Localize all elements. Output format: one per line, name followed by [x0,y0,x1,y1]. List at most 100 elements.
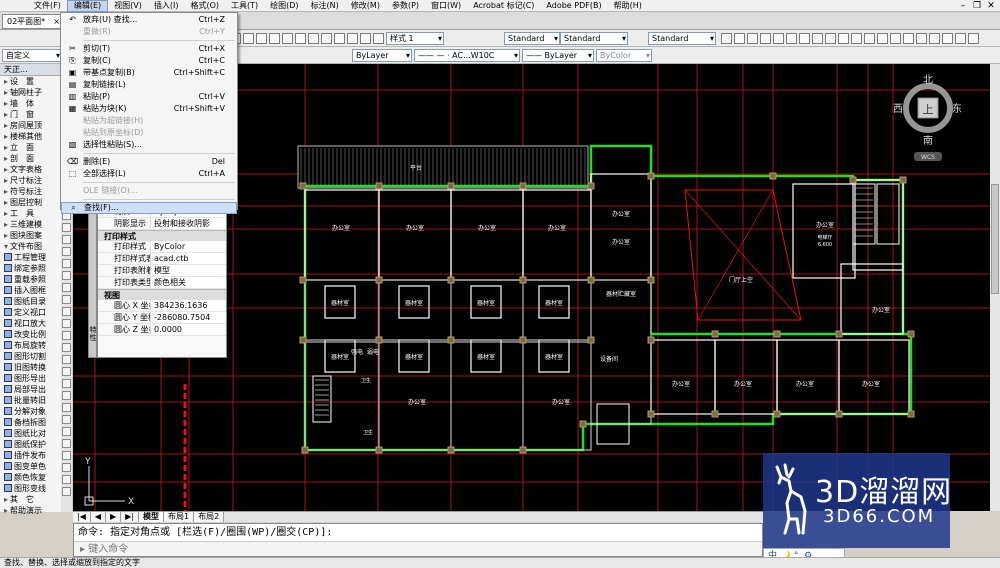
side-tool-icon[interactable] [62,343,71,352]
side-tool-icon[interactable] [62,355,71,364]
linetype-combo[interactable]: —— — · AC...W10C [414,49,520,62]
close-icon[interactable]: ✕ [984,0,998,12]
toolbar-tool-icon[interactable] [916,33,927,44]
side-tool-icon[interactable] [62,439,71,448]
menu-item[interactable]: Adobe PDF(B) [540,0,607,12]
side-tool-icon[interactable] [62,247,71,256]
property-value[interactable]: 投射和接收阴影 [150,218,226,229]
property-value[interactable]: 0.0000 [150,324,226,335]
edit-menu-item[interactable]: ⬚ 全部选择(L) Ctrl+A [61,168,237,180]
layout-nav-button[interactable]: ▶| [121,512,140,522]
toolbar-tool-icon[interactable] [838,33,849,44]
toolbar-tool-icon[interactable] [812,33,823,44]
print-style-section[interactable]: 打印样式 [98,230,226,241]
menu-item[interactable]: 帮助(H) [608,0,648,12]
layer-combo[interactable]: ByLayer [352,49,412,62]
edit-menu-item[interactable]: ✂ 剪切(T) Ctrl+X [61,43,237,55]
restore-icon[interactable]: ❐ [970,0,984,12]
property-value[interactable]: acad.ctb [150,253,226,264]
menu-item[interactable]: 标注(N) [305,0,345,12]
toolbar-tool-icon[interactable] [334,33,345,44]
edit-menu-item[interactable]: ▤ 复制链接(L) [61,79,237,91]
side-tool-icon[interactable] [62,367,71,376]
menu-item[interactable]: 插入(I) [148,0,185,12]
toolbar-tool-icon[interactable] [955,33,966,44]
side-tool-icon[interactable] [62,463,71,472]
drawing-tab-close-icon[interactable]: × [53,15,60,28]
menu-item[interactable]: Acrobat 标记(C) [467,0,540,12]
toolbar-tool-icon[interactable] [851,33,862,44]
menu-item[interactable]: 文件(F) [28,0,67,12]
property-row[interactable]: 圆心 X 坐标384236.1636 [98,300,226,312]
dim-style-combo[interactable]: Standard [560,32,628,45]
toolbar-tool-icon[interactable] [903,33,914,44]
toolbar-tool-icon[interactable] [773,33,784,44]
view-section[interactable]: 视图 [98,289,226,300]
plot-style-combo[interactable]: ByColor [596,49,652,62]
edit-menu-item[interactable]: 粘贴到原坐标(D) [61,127,237,139]
side-tool-icon[interactable] [62,451,71,460]
property-value[interactable]: 模型 [150,265,226,276]
table-style-combo[interactable]: Standard [648,32,716,45]
layout-tab[interactable]: 模型 [139,512,165,522]
menu-item[interactable]: 参数(P) [386,0,425,12]
property-row[interactable]: 阴影显示 投射和接收阴影 [98,218,226,230]
side-tool-icon[interactable] [62,475,71,484]
menu-item[interactable]: 修改(M) [345,0,386,12]
toolbar-tool-icon[interactable] [786,33,797,44]
toolbar-tool-icon[interactable] [968,33,979,44]
toolbar-tool-icon[interactable] [721,33,732,44]
menu-item[interactable]: 编辑(E) [66,0,109,12]
property-value[interactable]: ByColor [150,241,226,252]
property-row[interactable]: 圆心 Y 坐标-286080.7504 [98,312,226,324]
edit-menu-item[interactable]: ▦ 粘贴为块(K) Ctrl+Shift+V [61,103,237,115]
side-tool-icon[interactable] [62,391,71,400]
lineweight-combo[interactable]: —— ByLayer [522,49,594,62]
property-row[interactable]: 圆心 Z 坐标0.0000 [98,324,226,336]
layout-tab[interactable]: 布局1 [164,512,195,522]
edit-menu-item[interactable]: ▣ 带基点复制(B) Ctrl+Shift+C [61,67,237,79]
menu-item[interactable]: 格式(O) [184,0,225,12]
property-value[interactable]: 384236.1636 [150,300,226,311]
side-tool-icon[interactable] [62,403,71,412]
drawing-tab[interactable]: 02平面图* × [2,14,64,29]
side-tool-icon[interactable] [62,427,71,436]
property-row[interactable]: 打印表附着到模型 [98,265,226,277]
toolbar-tool-icon[interactable] [747,33,758,44]
toolbar-tool-icon[interactable] [799,33,810,44]
property-row[interactable]: 打印样式 ByColor [98,241,226,253]
side-tool-icon[interactable] [62,259,71,268]
side-tool-icon[interactable] [62,283,71,292]
menu-item[interactable]: 工具(T) [225,0,264,12]
side-tool-icon[interactable] [62,235,71,244]
toolbar-tool-icon[interactable] [256,33,267,44]
toolbar-tool-icon[interactable] [282,33,293,44]
side-tool-icon[interactable] [62,487,71,496]
toolbar-tool-icon[interactable] [269,33,280,44]
toolbar-tool-icon[interactable] [929,33,940,44]
edit-menu-item[interactable]: 粘贴为超链接(H) [61,115,237,127]
toolbar-tool-icon[interactable] [864,33,875,44]
side-tool-icon[interactable] [62,415,71,424]
command-input[interactable]: ▸ 键入命令 [74,541,762,556]
edit-menu-item[interactable]: ▥ 粘贴(P) Ctrl+V [61,91,237,103]
toolbar-tool-icon[interactable] [295,33,306,44]
property-value[interactable]: 颜色相关 [150,277,226,288]
edit-menu-item[interactable]: ⌕ 查找(F)... [61,202,237,214]
style-combo[interactable]: 样式 1 [386,32,444,45]
property-row[interactable]: 打印样式表 acad.ctb [98,253,226,265]
toolbar-tool-icon[interactable] [877,33,888,44]
property-row[interactable]: 打印表类型 颜色相关 [98,277,226,289]
property-value[interactable]: -286080.7504 [150,312,226,323]
viewcube-compass[interactable]: 上 北 南 东 西 WCS [892,72,964,162]
side-tool-icon[interactable] [62,319,71,328]
menu-item[interactable]: 窗口(W) [425,0,467,12]
toolbar-tool-icon[interactable] [760,33,771,44]
layout-nav-button[interactable]: |◀ [73,512,91,522]
side-tool-icon[interactable] [62,223,71,232]
toolbar-tool-icon[interactable] [942,33,953,44]
toolbar-tool-icon[interactable] [347,33,358,44]
edit-menu-item[interactable]: OLE 链接(O)... [61,185,237,197]
layout-nav-button[interactable]: ▶ [106,512,122,522]
toolbar-tool-icon[interactable] [321,33,332,44]
